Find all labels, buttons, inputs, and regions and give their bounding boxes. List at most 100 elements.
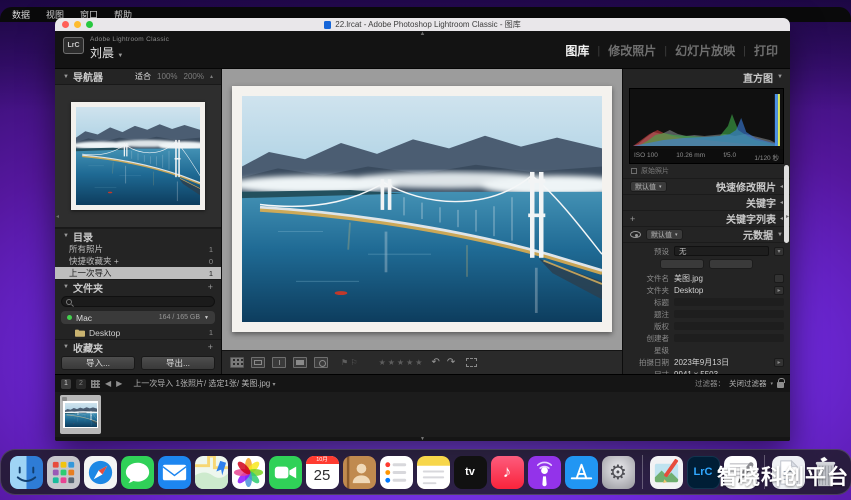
folder-search-input[interactable] — [61, 296, 215, 307]
rotate-right-icon[interactable]: ↷ — [447, 357, 455, 368]
minimize-button[interactable] — [74, 21, 81, 28]
rotate-left-icon[interactable]: ↶ — [431, 357, 439, 368]
histogram-header[interactable]: 直方图 ▼ — [623, 69, 790, 85]
zoom-100-option[interactable]: 100% — [157, 72, 177, 81]
dock-icon-notes[interactable] — [416, 455, 450, 489]
dock-icon-image-editor[interactable] — [649, 455, 683, 489]
right-panel-scrollbar[interactable] — [784, 165, 789, 243]
quick-develop-preset-button[interactable]: 默认值 ▾ — [630, 181, 667, 192]
add-keyword-icon[interactable]: + — [630, 214, 635, 224]
creator-field[interactable] — [674, 334, 784, 342]
navigator-preview[interactable] — [55, 84, 221, 228]
right-panel-collapse-icon[interactable]: ▸ — [786, 213, 789, 220]
collections-header[interactable]: ▼ 收藏夹 + — [55, 339, 221, 355]
metadata-preset-select[interactable]: 无 — [674, 246, 769, 256]
window-title-bar[interactable]: 22.lrcat - Adobe Photoshop Lightroom Cla… — [55, 18, 790, 31]
dock-icon-mail[interactable] — [157, 455, 191, 489]
go-forward-icon[interactable]: ▶ — [116, 379, 122, 388]
module-print[interactable]: 打印 — [754, 42, 778, 59]
selection-tool-icon[interactable] — [466, 358, 478, 367]
photo-canvas[interactable] — [222, 69, 622, 350]
catalog-item-quick-collection[interactable]: 快捷收藏夹 + 0 — [55, 255, 221, 267]
add-collection-icon[interactable]: + — [208, 342, 213, 352]
zoom-more-icon[interactable]: ▴ — [210, 73, 213, 80]
folder-action-icon[interactable]: ▸ — [774, 285, 784, 295]
compare-view-icon[interactable] — [272, 357, 286, 368]
filename-action-icon[interactable] — [774, 273, 784, 283]
zoom-fit-option[interactable]: 适合 — [135, 71, 151, 82]
dock-icon-app-store[interactable] — [564, 455, 598, 489]
module-slideshow[interactable]: 幻灯片放映 — [675, 42, 735, 59]
go-back-icon[interactable]: ◀ — [105, 379, 111, 388]
volume-row-mac[interactable]: Mac 164 / 165 GB ▼ — [61, 311, 215, 324]
dock-icon-facetime[interactable] — [268, 455, 302, 489]
dock-icon-system-settings[interactable]: ⚙ — [601, 455, 635, 489]
export-button[interactable]: 导出... — [141, 356, 215, 370]
metadata-preset-row[interactable]: 预设 无 ▾ — [629, 245, 784, 257]
dock-icon-maps[interactable] — [194, 455, 228, 489]
capture-date-action-icon[interactable]: ▸ — [774, 357, 784, 367]
grid-view-icon[interactable] — [91, 379, 100, 388]
filter-dropdown-icon[interactable]: ▾ — [770, 381, 773, 387]
menu-item-data[interactable]: 数据 — [12, 8, 30, 21]
dock-icon-contacts[interactable] — [342, 455, 376, 489]
quick-develop-header[interactable]: 默认值 ▾ 快速修改照片 ◂ — [623, 178, 790, 194]
dock-icon-apple-tv[interactable]: tv — [453, 455, 487, 489]
dock-icon-launchpad[interactable] — [46, 455, 80, 489]
copyright-field[interactable] — [674, 322, 784, 330]
metadata-preset-button[interactable]: 默认值 ▾ — [646, 229, 683, 240]
catalog-header[interactable]: ▼ 目录 — [55, 228, 221, 244]
histogram[interactable]: ISO 100 10.26 mm f/5.0 1/120 秒 — [629, 88, 784, 164]
title-field[interactable] — [674, 298, 784, 306]
close-button[interactable] — [62, 21, 69, 28]
main-photo[interactable] — [242, 96, 602, 322]
metadata-header[interactable]: 默认值 ▾ 元数据 ▼ — [623, 226, 790, 242]
dock-icon-safari[interactable] — [83, 455, 117, 489]
zoom-200-option[interactable]: 200% — [184, 72, 204, 81]
star-rating-icons[interactable]: ★★★★★ — [379, 358, 425, 367]
catalog-item-all-photos[interactable]: 所有照片 1 — [55, 243, 221, 255]
navigator-header[interactable]: ▼ 导航器 适合 100% 200% ▴ — [55, 69, 221, 84]
dock-icon-finder[interactable] — [9, 455, 43, 489]
panel-collapse-icon[interactable]: ◂ — [780, 215, 783, 222]
folders-header[interactable]: ▼ 文件夹 + — [55, 279, 221, 295]
dock-icon-lightroom-classic[interactable]: LrC — [686, 455, 720, 489]
keywording-header[interactable]: 关键字 ◂ — [623, 194, 790, 210]
panel-collapse-icon[interactable]: ◂ — [780, 199, 783, 206]
filmstrip-thumbnail-selected[interactable] — [60, 395, 101, 434]
loupe-view-icon[interactable] — [251, 357, 265, 368]
module-library[interactable]: 图库 — [565, 42, 589, 59]
module-develop[interactable]: 修改照片 — [608, 42, 656, 59]
metadata-action-button[interactable] — [660, 259, 704, 269]
grid-view-icon[interactable] — [230, 357, 244, 368]
filmstrip-collapse-strip[interactable]: ▼ — [55, 437, 790, 441]
collapse-top-arrow-icon[interactable]: ▲ — [420, 31, 426, 37]
metadata-action-button[interactable] — [709, 259, 753, 269]
dock-icon-photos[interactable] — [231, 455, 265, 489]
caption-field[interactable] — [674, 310, 784, 318]
secondary-monitor-button[interactable]: 2 — [76, 378, 86, 389]
catalog-item-previous-import[interactable]: 上一次导入 1 — [55, 267, 221, 279]
checkbox-icon[interactable] — [631, 168, 637, 174]
user-name[interactable]: 刘晨 ▼ — [90, 44, 169, 61]
dock-icon-music[interactable]: ♪ — [490, 455, 524, 489]
import-button[interactable]: 导入... — [61, 356, 135, 370]
keyword-list-header[interactable]: + 关键字列表 ◂ — [623, 210, 790, 226]
filmstrip-source-status[interactable]: 上一次导入 1张照片/ 选定1张/ 美图.jpg ▾ — [133, 378, 275, 389]
dock-icon-calendar[interactable]: 10月 25 — [305, 455, 339, 489]
survey-view-icon[interactable] — [293, 357, 307, 368]
add-folder-icon[interactable]: + — [208, 282, 213, 292]
zoom-button[interactable] — [86, 21, 93, 28]
people-view-icon[interactable] — [314, 357, 328, 368]
collapse-bottom-arrow-icon[interactable]: ▼ — [420, 437, 425, 442]
panel-collapse-icon[interactable]: ◂ — [780, 183, 783, 190]
dock-icon-podcasts[interactable] — [527, 455, 561, 489]
dock-icon-reminders[interactable] — [379, 455, 413, 489]
filter-select[interactable]: 关闭过滤器 — [729, 378, 767, 389]
primary-monitor-button[interactable]: 1 — [61, 378, 71, 389]
eye-icon[interactable] — [630, 231, 641, 238]
left-panel-collapse-icon[interactable]: ◂ — [56, 213, 59, 220]
dock-icon-messages[interactable] — [120, 455, 154, 489]
flag-icon[interactable]: ⚑ ⚐ — [341, 358, 358, 367]
identity-plate[interactable]: LrC Adobe Lightroom Classic 刘晨 ▼ — [63, 36, 169, 61]
